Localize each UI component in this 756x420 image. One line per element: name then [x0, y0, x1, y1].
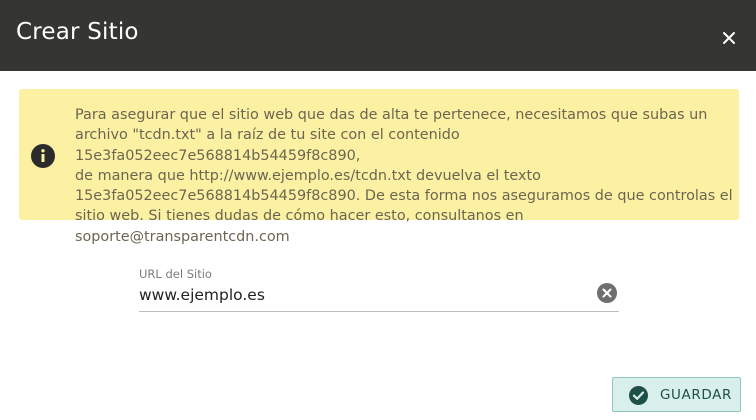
- url-field: URL del Sitio: [139, 266, 619, 314]
- info-icon: [31, 144, 55, 168]
- url-field-label: URL del Sitio: [139, 267, 212, 281]
- dialog-header: Crear Sitio: [0, 0, 756, 71]
- close-icon[interactable]: [716, 25, 742, 51]
- dialog-title: Crear Sitio: [16, 19, 139, 45]
- check-circle-icon: [629, 386, 648, 405]
- notice-text: Para asegurar que el sitio web que das d…: [75, 107, 733, 245]
- save-button-label: GUARDAR: [660, 387, 732, 403]
- url-field-underline: [139, 311, 619, 312]
- clear-icon[interactable]: [597, 283, 617, 303]
- verification-notice: Para asegurar que el sitio web que das d…: [19, 89, 739, 245]
- url-input[interactable]: [139, 283, 589, 307]
- save-button[interactable]: GUARDAR: [612, 377, 741, 412]
